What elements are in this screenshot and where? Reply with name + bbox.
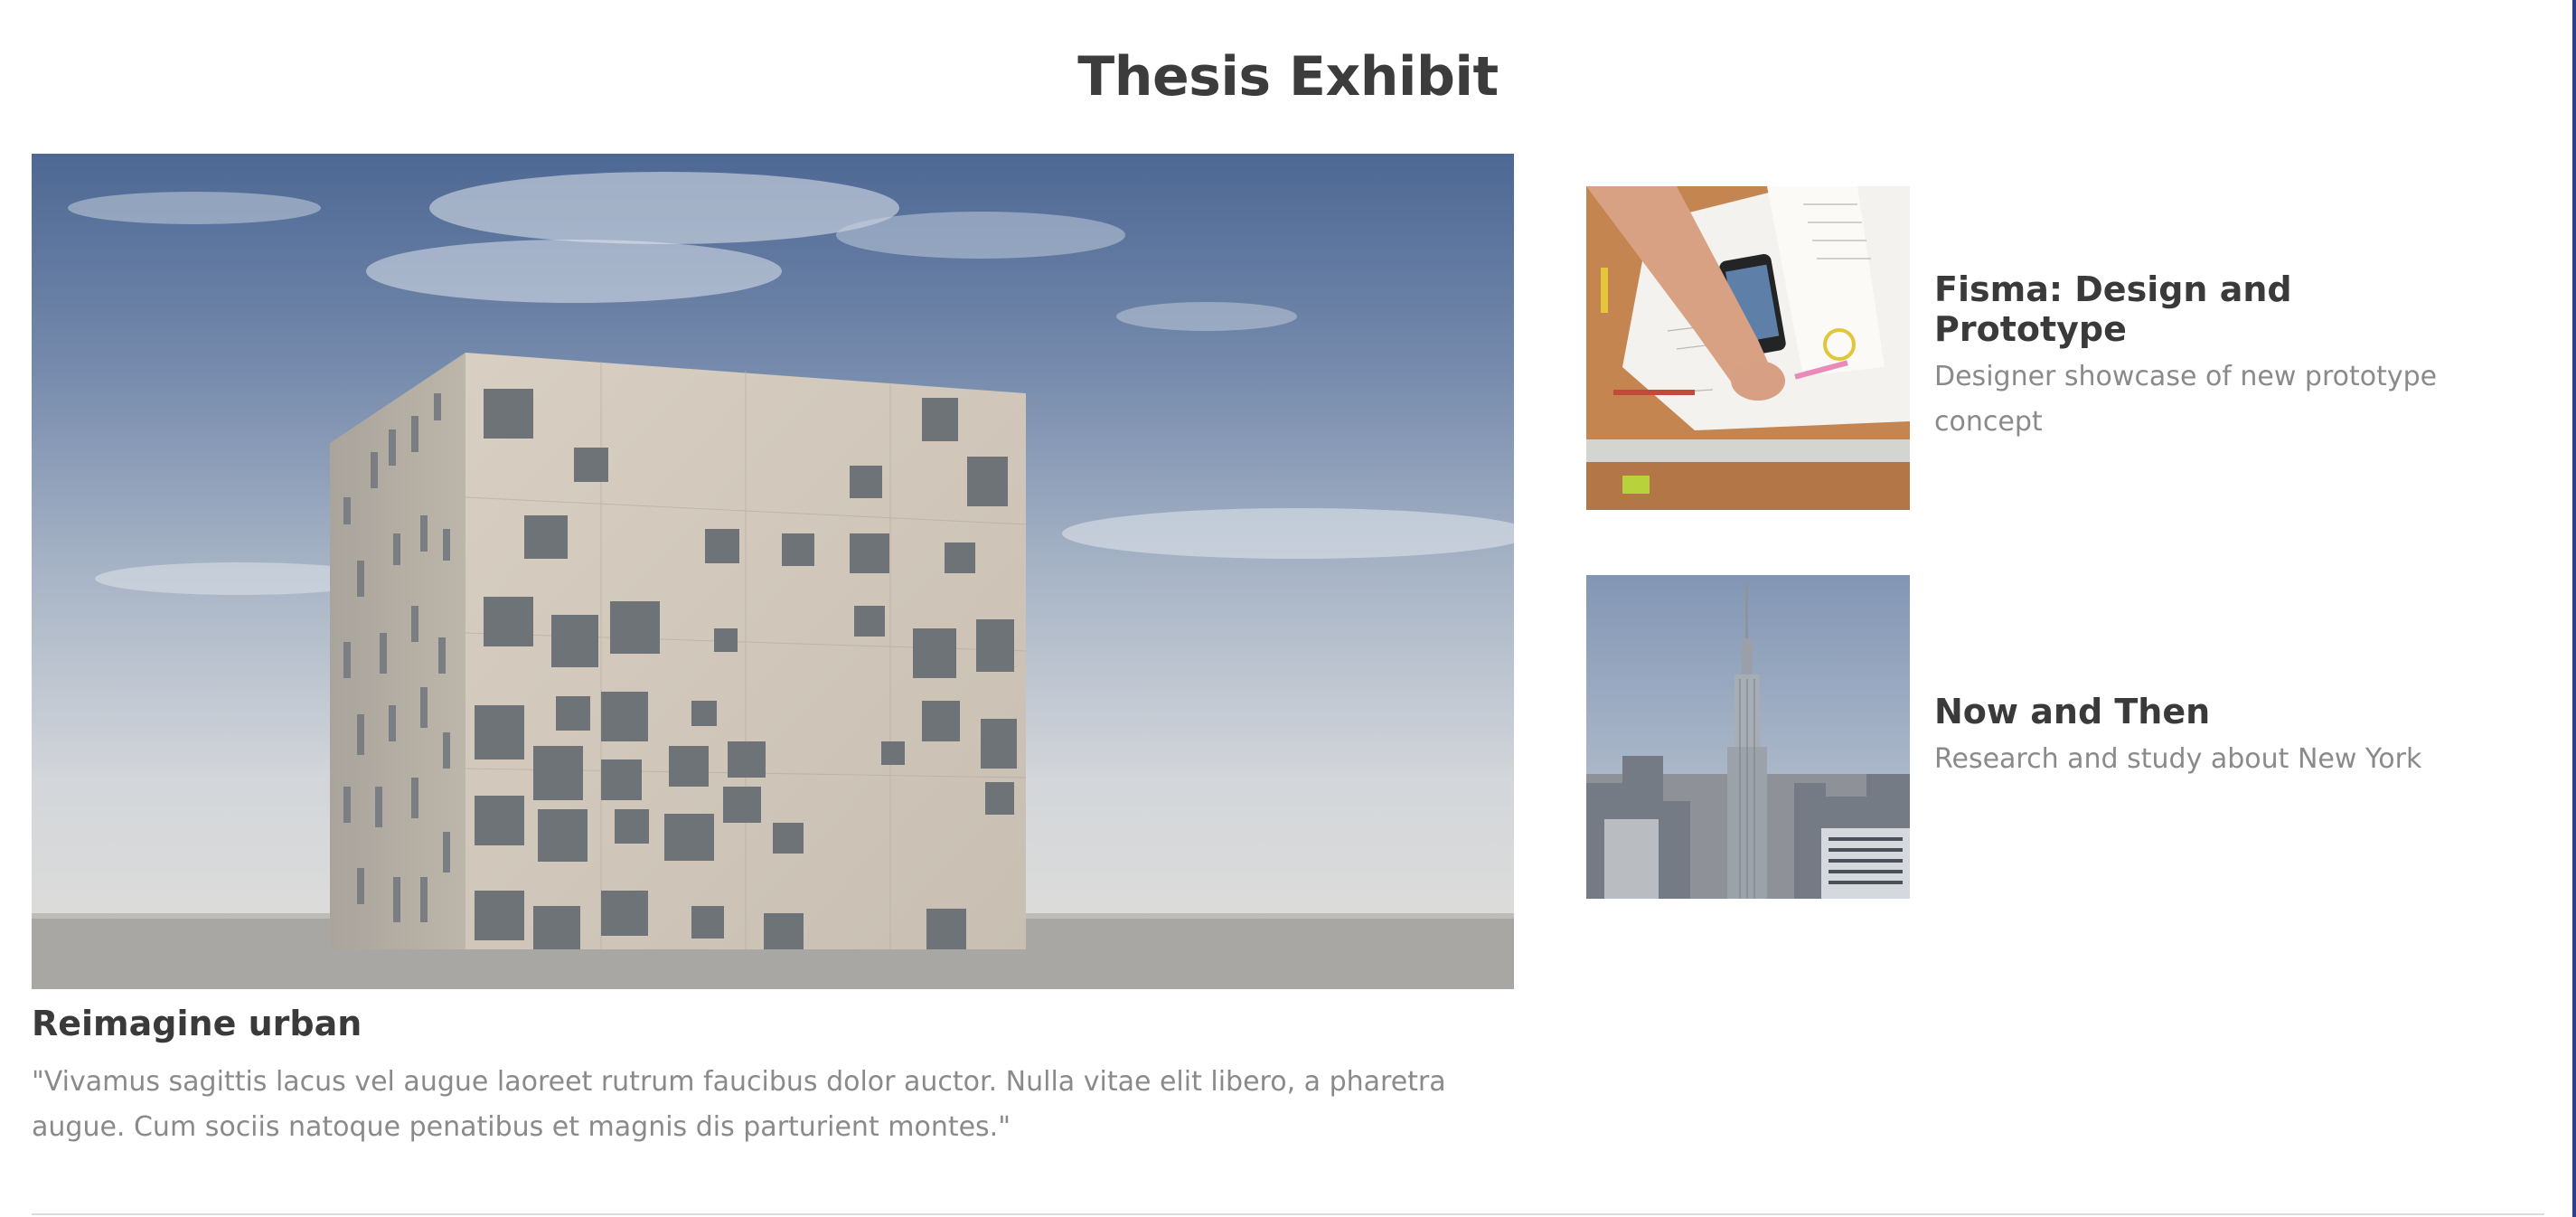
section-divider (32, 1213, 2544, 1215)
side-project-thumbnail[interactable] (1586, 186, 1910, 510)
side-project-card[interactable]: Fisma: Design and Prototype Designer sho… (1586, 186, 2490, 510)
side-project-text: Now and Then Research and study about Ne… (1934, 575, 2477, 899)
featured-project-image[interactable] (32, 154, 1514, 989)
featured-project-quote: "Vivamus sagittis lacus vel augue laoree… (32, 1066, 1446, 1143)
side-project-text: Fisma: Design and Prototype Designer sho… (1934, 186, 2477, 510)
page: Thesis Exhibit Reimagine urban "Vivamus … (0, 0, 2576, 1217)
side-project-title[interactable]: Fisma: Design and Prototype (1934, 269, 2477, 349)
featured-project-card[interactable]: Reimagine urban "Vivamus sagittis lacus … (32, 154, 1514, 1150)
side-project-card[interactable]: Now and Then Research and study about Ne… (1586, 575, 2490, 899)
side-project-thumbnail[interactable] (1586, 575, 1910, 899)
side-project-title[interactable]: Now and Then (1934, 692, 2477, 731)
side-project-description: Research and study about New York (1934, 743, 2422, 775)
side-project-description: Designer showcase of new prototype conce… (1934, 361, 2438, 438)
window-edge (2572, 0, 2576, 1217)
page-title: Thesis Exhibit (1077, 45, 1499, 108)
featured-project-title[interactable]: Reimagine urban (32, 1004, 1514, 1043)
